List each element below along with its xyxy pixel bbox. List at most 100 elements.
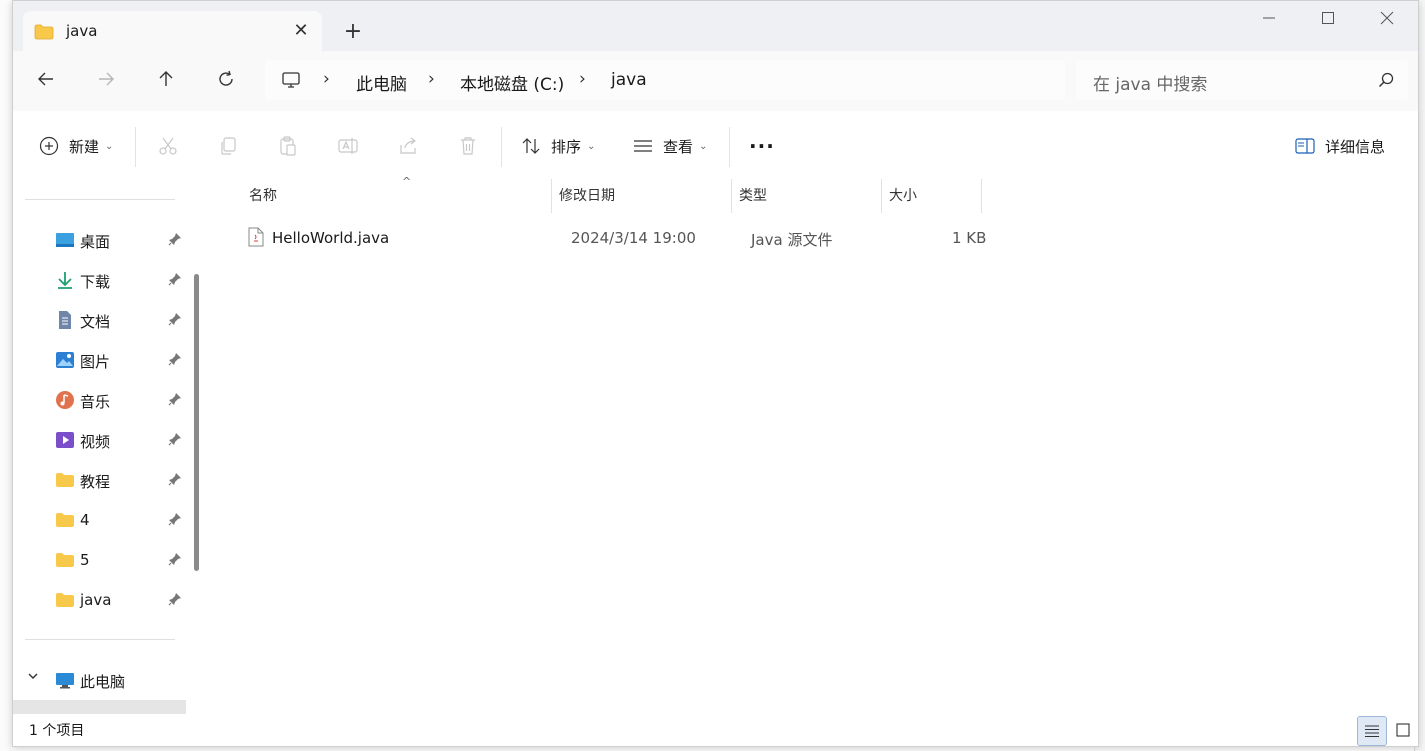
navigation-pane: 桌面 下载 文档 图片 音乐 视频 教程 4 5 java 此电脑	[13, 179, 208, 714]
nav-scrollbar[interactable]	[194, 274, 199, 571]
folder-icon	[55, 510, 75, 530]
pin-icon[interactable]	[168, 392, 182, 406]
delete-icon[interactable]	[457, 135, 479, 157]
rename-icon[interactable]	[337, 135, 359, 157]
maximize-button[interactable]	[1308, 9, 1348, 33]
column-header-date[interactable]: 修改日期	[559, 179, 615, 213]
sort-button[interactable]: 排序 ⌄	[521, 134, 595, 158]
tab-java[interactable]: java ✕	[23, 11, 322, 51]
file-date: 2024/3/14 19:00	[571, 229, 696, 247]
nav-item-videos[interactable]: 视频	[13, 421, 193, 459]
pin-icon[interactable]	[168, 552, 182, 566]
column-header-name[interactable]: 名称	[249, 179, 277, 213]
back-button[interactable]	[31, 67, 61, 95]
chevron-right-icon[interactable]: ›	[323, 69, 330, 89]
view-button[interactable]: 查看 ⌄	[633, 134, 707, 158]
status-bar: 1 个项目	[13, 714, 1418, 746]
nav-item-folder-5[interactable]: 5	[13, 541, 193, 579]
chevron-right-icon[interactable]: ›	[579, 69, 586, 89]
nav-item-selected-partial[interactable]	[13, 700, 186, 714]
pin-icon[interactable]	[168, 272, 182, 286]
divider	[501, 127, 502, 167]
breadcrumb-java[interactable]: java	[611, 70, 647, 90]
more-options-icon[interactable]: ···	[749, 134, 775, 158]
file-size: 1 KB	[952, 229, 987, 247]
refresh-button[interactable]	[211, 67, 241, 95]
nav-item-music[interactable]: 音乐	[13, 381, 193, 419]
nav-item-downloads[interactable]: 下载	[13, 261, 193, 299]
folder-icon	[34, 24, 54, 44]
picture-icon	[55, 350, 75, 370]
breadcrumb-local-disk[interactable]: 本地磁盘 (C:)	[460, 70, 564, 95]
pin-icon[interactable]	[168, 352, 182, 366]
file-list: 名称 ^ 修改日期 类型 大小 HelloWorld.java 2024/3/1…	[208, 175, 1418, 714]
column-header-size[interactable]: 大小	[889, 179, 917, 213]
search-placeholder: 在 java 中搜索	[1093, 75, 1208, 95]
up-button[interactable]	[151, 67, 181, 95]
nav-item-this-pc[interactable]: 此电脑	[13, 661, 193, 699]
chevron-down-icon: ⌄	[587, 140, 596, 152]
nav-item-java[interactable]: java	[13, 581, 193, 619]
close-window-button[interactable]	[1367, 9, 1407, 33]
pin-icon[interactable]	[168, 432, 182, 446]
file-name: HelloWorld.java	[272, 229, 390, 247]
details-view-button[interactable]	[1357, 716, 1387, 746]
nav-item-folder-4[interactable]: 4	[13, 501, 193, 539]
search-icon[interactable]	[1378, 72, 1394, 92]
details-button[interactable]: 详细信息	[1295, 134, 1385, 158]
share-icon[interactable]	[397, 135, 419, 157]
search-input[interactable]: 在 java 中搜索	[1076, 60, 1408, 100]
item-count: 1 个项目	[29, 723, 85, 739]
cut-icon[interactable]	[157, 135, 179, 157]
column-divider[interactable]	[731, 179, 732, 213]
chevron-right-icon[interactable]: ›	[428, 69, 435, 89]
new-button[interactable]: 新建 ⌄	[39, 134, 113, 158]
paste-icon[interactable]	[277, 135, 299, 157]
nav-label: 教程	[80, 473, 111, 491]
column-divider[interactable]	[551, 179, 552, 213]
title-bar: java ✕ +	[13, 1, 1418, 51]
nav-label: 图片	[80, 353, 111, 371]
nav-label: 桌面	[80, 233, 111, 251]
nav-label: 视频	[80, 433, 111, 451]
pin-icon[interactable]	[168, 232, 182, 246]
java-file-icon	[248, 227, 264, 251]
column-header-type[interactable]: 类型	[739, 179, 767, 213]
folder-icon	[55, 470, 75, 490]
pin-icon[interactable]	[168, 512, 182, 526]
breadcrumb-this-pc[interactable]: 此电脑	[356, 70, 407, 95]
nav-item-documents[interactable]: 文档	[13, 301, 193, 339]
sort-icon	[522, 138, 540, 154]
document-icon	[55, 310, 75, 330]
desktop-icon	[55, 230, 75, 250]
pin-icon[interactable]	[168, 592, 182, 606]
video-icon	[55, 430, 75, 450]
new-tab-button[interactable]: +	[341, 21, 365, 45]
pin-icon[interactable]	[168, 312, 182, 326]
nav-label: 4	[80, 511, 90, 529]
column-divider[interactable]	[981, 179, 982, 213]
nav-label: 文档	[80, 313, 111, 331]
folder-icon	[55, 550, 75, 570]
tab-title: java	[66, 22, 98, 40]
close-tab-icon[interactable]: ✕	[290, 20, 312, 42]
view-label: 查看	[663, 137, 694, 156]
nav-item-desktop[interactable]: 桌面	[13, 221, 193, 259]
address-bar[interactable]: › 此电脑 › 本地磁盘 (C:) › java	[265, 60, 1065, 100]
divider	[25, 199, 175, 200]
nav-item-tutorials[interactable]: 教程	[13, 461, 193, 499]
nav-label: 此电脑	[80, 673, 126, 691]
computer-icon	[281, 70, 301, 94]
column-divider[interactable]	[881, 179, 882, 213]
pin-icon[interactable]	[168, 472, 182, 486]
divider	[729, 127, 730, 167]
minimize-button[interactable]	[1249, 9, 1289, 33]
forward-button[interactable]	[91, 67, 121, 95]
nav-item-pictures[interactable]: 图片	[13, 341, 193, 379]
table-row[interactable]: HelloWorld.java 2024/3/14 19:00 Java 源文件…	[238, 225, 988, 251]
tiles-view-button[interactable]	[1389, 716, 1417, 744]
chevron-down-icon[interactable]	[27, 670, 39, 686]
view-list-icon	[634, 140, 652, 152]
copy-icon[interactable]	[217, 135, 239, 157]
details-label: 详细信息	[1325, 137, 1386, 156]
